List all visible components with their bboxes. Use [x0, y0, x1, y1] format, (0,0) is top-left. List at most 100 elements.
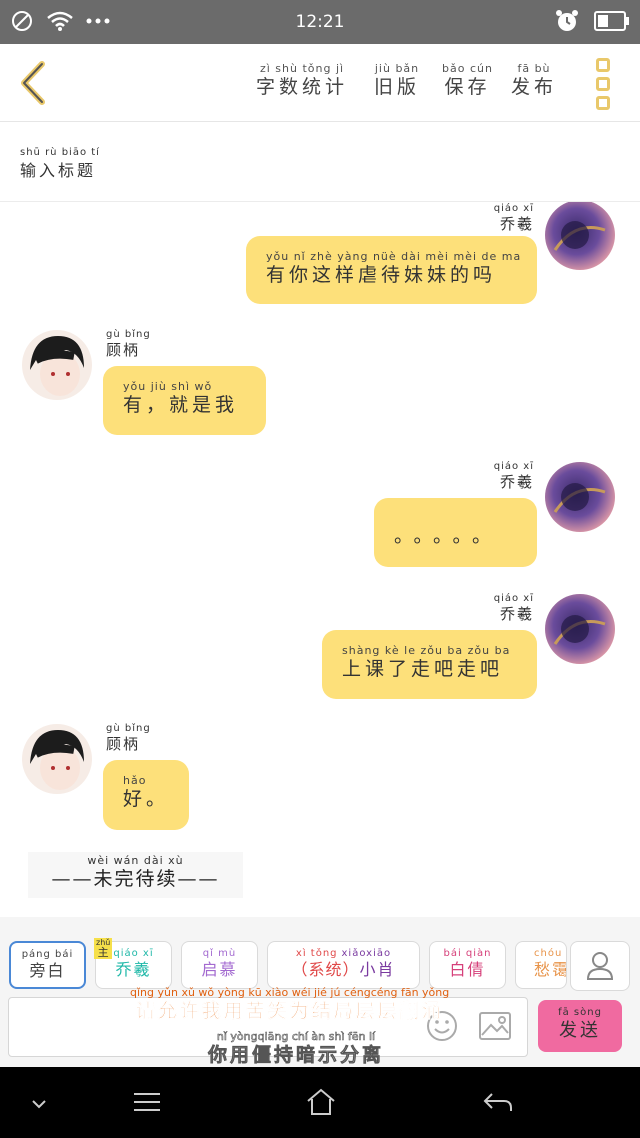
overlay-caption: qǐng yǔn xǔ wǒ yòng kū xiào wéi jié jú c… [130, 986, 449, 1023]
role-pinyin: xiǎoxiāo [341, 948, 392, 959]
avatar[interactable] [545, 462, 615, 532]
avatar[interactable] [545, 202, 615, 270]
recent-apps-button[interactable] [132, 1091, 162, 1117]
message-pinyin: yǒu nǐ zhè yàng nüè dài mèi mèi de ma [266, 250, 522, 263]
word-count-label: 字数统计 [256, 76, 349, 98]
message-text: 上课了走吧走吧 [342, 658, 504, 680]
role-chouai[interactable]: chóu ǎi 愁霭 [515, 941, 567, 989]
title-input-row[interactable]: shū rù biāo tí 输入标题 [0, 122, 640, 202]
status-bar: 12:21 [0, 0, 640, 44]
menu-dot [596, 58, 610, 72]
message-bubble[interactable]: yǒu nǐ zhè yàng nüè dài mèi mèi de ma 有你… [246, 236, 537, 304]
overlay-caption: nǐ yòngqiāng chí àn shì fēn lí 你用僵持暗示分离 [208, 1030, 384, 1067]
publish-button[interactable]: fā bù 发布 [511, 62, 557, 99]
message-sender-name: qiáo xī 乔羲 [470, 592, 534, 623]
role-pinyin-row: xì tǒng xiǎoxiāo [268, 947, 419, 960]
main-character-badge: zhǔ 主 [94, 938, 113, 959]
menu-icon [134, 1093, 160, 1111]
role-system-xiaoxiao[interactable]: xì tǒng xiǎoxiāo （系统） 小肖 [267, 941, 420, 989]
sender-name-pinyin: gù bǐng [106, 329, 151, 340]
menu-dot [596, 77, 610, 91]
publish-label: 发布 [511, 76, 558, 98]
message-pinyin: hǎo [123, 774, 147, 787]
system-nav-bar [0, 1067, 640, 1138]
back-nav-button[interactable] [482, 1091, 514, 1117]
chat-area: qiáo xī 乔羲 yǒu nǐ zhè yàng nüè dài mèi m… [0, 202, 640, 917]
message-sender-name: gù bǐng 顾柄 [106, 328, 151, 359]
back-button[interactable] [14, 58, 54, 108]
old-version-button[interactable]: jiù bǎn 旧版 [374, 62, 420, 99]
avatar[interactable] [545, 594, 615, 664]
role-label: 白倩 [449, 960, 486, 979]
save-button[interactable]: bǎo cún 保存 [442, 62, 493, 99]
image-button[interactable] [478, 1011, 512, 1045]
message-bubble[interactable]: 。。。。。 [374, 498, 537, 567]
message-sender-name: qiáo xī 乔羲 [470, 202, 534, 233]
chevron-down-icon [32, 1100, 46, 1109]
role-narration[interactable]: páng bái 旁白 [9, 941, 86, 989]
sender-name-text: 乔羲 [499, 215, 534, 233]
home-button[interactable] [305, 1087, 337, 1121]
editor-toolbar: zì shù tǒng jì 字数统计 jiù bǎn 旧版 bǎo cún 保… [0, 44, 640, 122]
save-label: 保存 [444, 76, 491, 98]
caption-text: 请允许我用苦笑为结局层层翻涌 [135, 1000, 444, 1023]
hide-nav-button[interactable] [30, 1095, 48, 1114]
message-text: 有你这样虐待妹妹的吗 [266, 264, 497, 286]
title-placeholder-pinyin: shū rù biāo tí [20, 147, 100, 158]
more-menu-icon[interactable] [596, 58, 612, 110]
message-text: 好。 [123, 788, 170, 810]
avatar[interactable] [22, 330, 92, 400]
status-time: 12:21 [295, 12, 345, 32]
role-qimu[interactable]: qǐ mù 启慕 [181, 941, 258, 989]
message-sender-name: qiáo xī 乔羲 [470, 460, 534, 491]
avatar[interactable] [22, 724, 92, 794]
save-pinyin: bǎo cún [442, 62, 493, 75]
badge-text: 主 [97, 946, 109, 959]
send-button[interactable]: fā sòng 发送 [538, 1000, 622, 1052]
message-bubble[interactable]: yǒu jiù shì wǒ 有，就是我 [103, 366, 266, 435]
message-sender-name: gù bǐng 顾柄 [106, 722, 151, 753]
old-version-pinyin: jiù bǎn [374, 62, 420, 75]
word-count-pinyin: zì shù tǒng jì [259, 62, 345, 75]
role-label: （系统） [291, 960, 360, 979]
status-icons-right [554, 8, 630, 34]
send-pinyin: fā sòng [558, 1007, 602, 1018]
avatar-gubing-image [22, 724, 92, 794]
image-icon [479, 1012, 511, 1040]
avatar-qiaoxi-image [545, 202, 615, 270]
caption-text: 你用僵持暗示分离 [208, 1044, 385, 1067]
send-label: 发送 [559, 1020, 601, 1041]
sender-name-text: 乔羲 [499, 473, 534, 491]
alarm-icon [556, 10, 578, 31]
sender-name-pinyin: qiáo xī [493, 461, 534, 472]
message-text: 。。。。。 [394, 525, 502, 547]
to-be-continued-text: ——未完待续—— [51, 868, 220, 890]
message-pinyin: yǒu jiù shì wǒ [123, 380, 213, 393]
role-pinyin: páng bái [21, 949, 74, 960]
role-label: 旁白 [29, 961, 66, 980]
home-icon [307, 1088, 335, 1115]
sender-name-pinyin: qiáo xī [493, 203, 534, 214]
role-label: 愁霭 [534, 960, 567, 979]
role-qiaoxi[interactable]: zhǔ 主 qiáo xī 乔羲 [94, 938, 172, 989]
sender-name-text: 顾柄 [106, 735, 141, 753]
role-pinyin: xì tǒng [295, 948, 338, 959]
caption-pinyin: nǐ yòngqiāng chí àn shì fēn lí [216, 1030, 376, 1044]
message-bubble[interactable]: hǎo 好。 [103, 760, 189, 830]
word-count-button[interactable]: zì shù tǒng jì 字数统计 [256, 62, 348, 99]
message-pinyin: shàng kè le zǒu ba zǒu ba [342, 644, 511, 657]
message-bubble[interactable]: shàng kè le zǒu ba zǒu ba 上课了走吧走吧 [322, 630, 537, 699]
sender-name-pinyin: qiáo xī [493, 593, 534, 604]
sender-name-text: 顾柄 [106, 341, 141, 359]
role-baiqian[interactable]: bái qiàn 白倩 [429, 941, 506, 989]
old-version-label: 旧版 [374, 76, 421, 98]
avatar-qiaoxi-image [545, 594, 615, 664]
menu-dot [596, 96, 610, 110]
avatar-gubing-image [22, 330, 92, 400]
title-input[interactable]: shū rù biāo tí 输入标题 [20, 146, 100, 183]
character-manager-button[interactable] [570, 941, 630, 991]
message-text: 有，就是我 [123, 394, 239, 416]
title-placeholder: 输入标题 [20, 161, 97, 180]
app-screen: 12:21 zì shù tǒng jì 字数统计 jiù bǎn 旧版 bǎo… [0, 0, 640, 1138]
role-label: 乔羲 [115, 960, 152, 979]
